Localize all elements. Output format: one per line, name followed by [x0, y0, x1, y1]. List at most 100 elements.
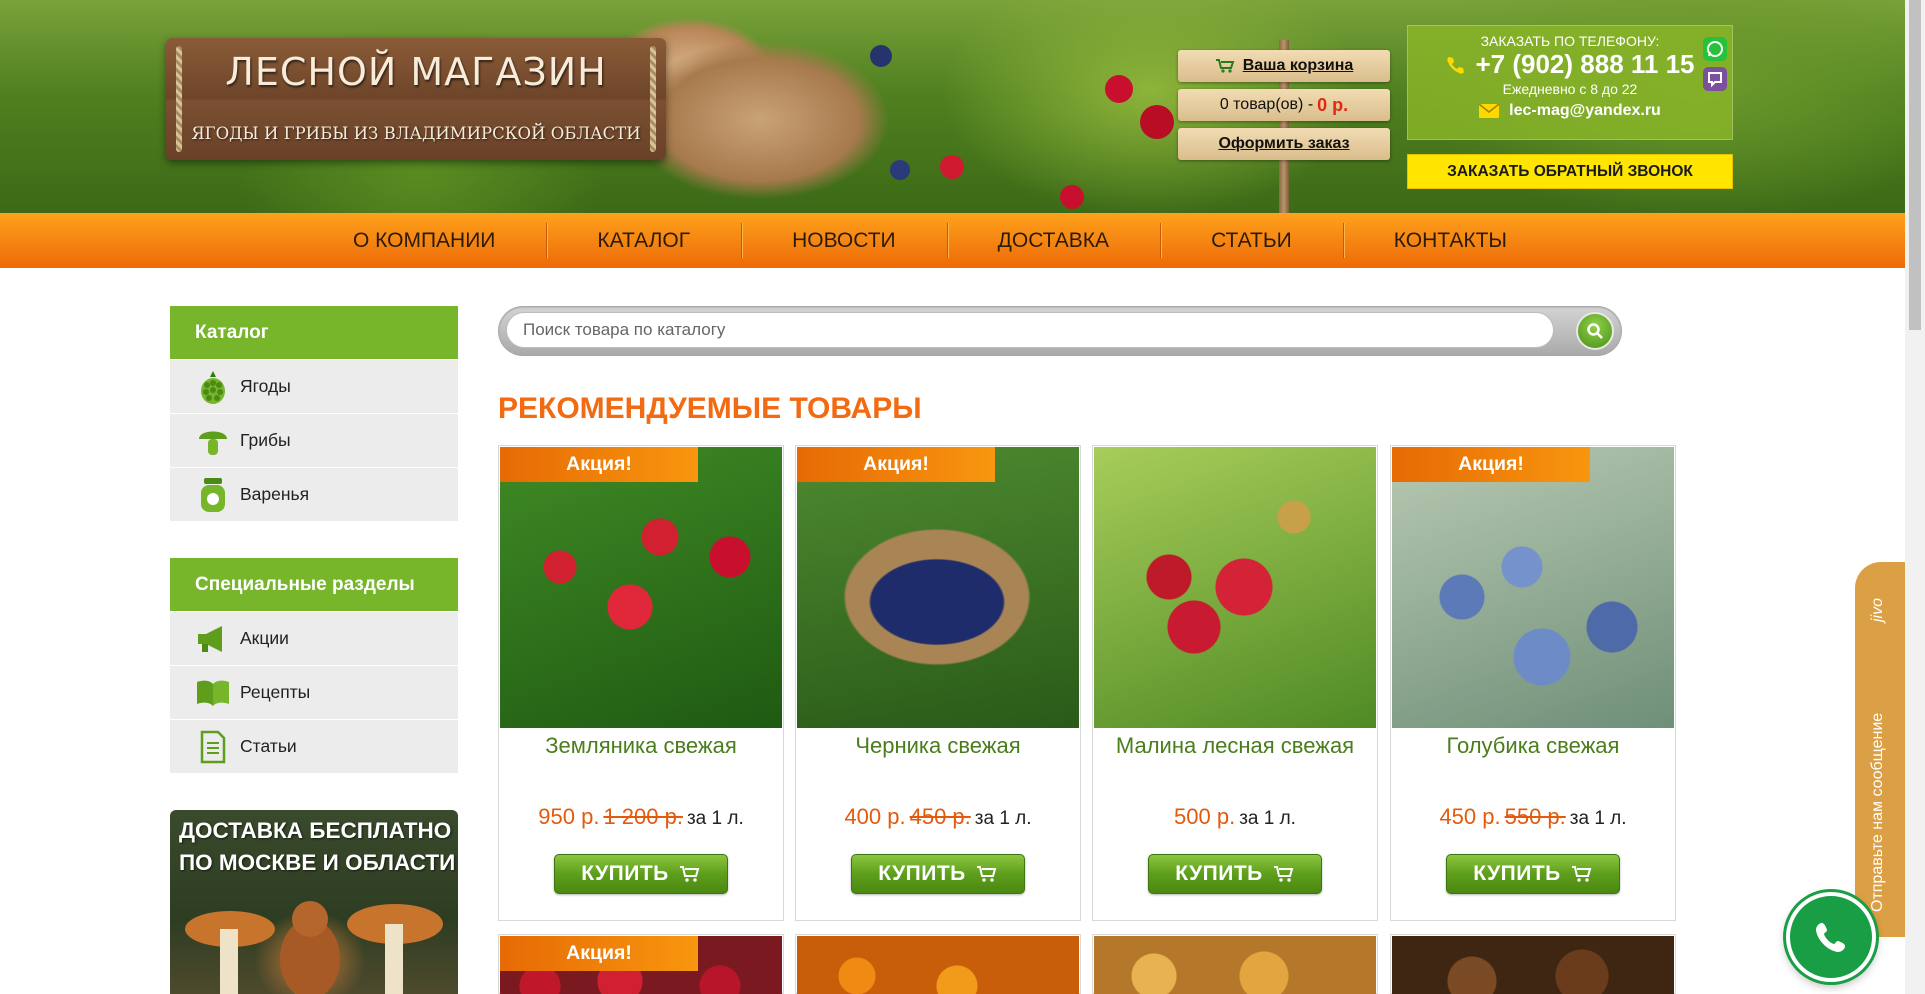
search-bar: [498, 306, 1622, 356]
product-image[interactable]: [1392, 936, 1674, 994]
buy-label: КУПИТЬ: [1175, 862, 1263, 885]
product-name[interactable]: Малина лесная свежая: [1093, 733, 1377, 759]
price-unit: за 1 л.: [686, 808, 744, 829]
product-card[interactable]: Акция!: [498, 934, 784, 994]
product-card[interactable]: [1390, 934, 1676, 994]
product-image[interactable]: [1392, 447, 1674, 728]
scrollbar-thumb[interactable]: [1909, 0, 1921, 330]
banner-line-1: ДОСТАВКА БЕСПЛАТНО: [179, 818, 452, 843]
buy-button[interactable]: КУПИТЬ: [1148, 854, 1322, 894]
product-image[interactable]: [797, 936, 1079, 994]
product-price: 400 р. 450 р. за 1 л.: [796, 804, 1080, 830]
nav-item-catalog[interactable]: КАТАЛОГ: [546, 213, 741, 268]
chat-tab[interactable]: jivo Отправьте нам сообщение: [1855, 562, 1905, 937]
sidebar-catalog: Каталог Ягоды Грибы Варенья: [170, 306, 458, 521]
sidebar-item-promotions[interactable]: Акции: [170, 611, 458, 665]
banner-line-2: ПО МОСКВЕ И ОБЛАСТИ: [179, 850, 456, 875]
buy-label: КУПИТЬ: [581, 862, 669, 885]
contact-box: ЗАКАЗАТЬ ПО ТЕЛЕФОНУ: +7 (902) 888 11 15…: [1407, 25, 1733, 140]
product-card[interactable]: Акция! Земляника свежая 950 р. 1 200 р. за…: [498, 445, 784, 921]
berry-decoration: [890, 160, 910, 180]
product-card[interactable]: Малина лесная свежая 500 р. за 1 л. КУПИТ…: [1092, 445, 1378, 921]
sidebar-item-label: Ягоды: [240, 376, 291, 396]
sidebar-item-recipes[interactable]: Рецепты: [170, 665, 458, 719]
nav-item-delivery[interactable]: ДОСТАВКА: [946, 213, 1160, 268]
product-name[interactable]: Черника свежая: [796, 733, 1080, 759]
site-logo[interactable]: ЛЕСНОЙ МАГАЗИН ЯГОДЫ И ГРИБЫ ИЗ ВЛАДИМИР…: [166, 38, 666, 160]
phone-label: ЗАКАЗАТЬ ПО ТЕЛЕФОНУ:: [1480, 33, 1660, 49]
old-price: 550 р.: [1504, 804, 1566, 829]
phone-icon: [1816, 922, 1846, 952]
megaphone-icon: [196, 620, 230, 658]
page-scrollbar[interactable]: [1905, 0, 1925, 994]
call-button[interactable]: [1786, 892, 1876, 982]
product-image[interactable]: [1094, 447, 1376, 728]
product-image[interactable]: [500, 447, 782, 728]
current-price: 400 р.: [844, 804, 906, 829]
promo-badge: Акция!: [797, 447, 995, 482]
buy-label: КУПИТЬ: [878, 862, 966, 885]
delivery-banner[interactable]: ДОСТАВКА БЕСПЛАТНО ПО МОСКВЕ И ОБЛАСТИ: [170, 810, 458, 994]
phone-icon: [1447, 56, 1465, 74]
berry-decoration: [1140, 105, 1174, 139]
old-price: 1 200 р.: [603, 804, 683, 829]
sidebar-item-label: Статьи: [240, 736, 297, 756]
sidebar-special-title: Специальные разделы: [170, 558, 458, 611]
current-price: 950 р.: [538, 804, 600, 829]
phone-number[interactable]: +7 (902) 888 11 15: [1475, 49, 1694, 80]
viber-icon[interactable]: [1703, 67, 1727, 91]
phone-row: +7 (902) 888 11 15: [1408, 49, 1732, 80]
cart-icon: [1215, 59, 1235, 73]
cart-summary: 0 товар(ов) - 0 р.: [1178, 89, 1390, 121]
callback-button[interactable]: ЗАКАЗАТЬ ОБРАТНЫЙ ЗВОНОК: [1407, 154, 1733, 189]
section-title: РЕКОМЕНДУЕМЫЕ ТОВАРЫ: [498, 392, 922, 425]
price-unit: за 1 л.: [1239, 808, 1296, 829]
logo-subtitle: ЯГОДЫ И ГРИБЫ ИЗ ВЛАДИМИРСКОЙ ОБЛАСТИ: [191, 124, 641, 143]
sidebar-item-mushrooms[interactable]: Грибы: [170, 413, 458, 467]
sidebar-item-berries[interactable]: Ягоды: [170, 359, 458, 413]
cart-icon: [1273, 866, 1294, 882]
cart-widget: Ваша корзина 0 товар(ов) - 0 р. Оформить…: [1178, 40, 1390, 213]
product-name[interactable]: Земляника свежая: [499, 733, 783, 759]
product-card[interactable]: Акция! Голубика свежая 450 р. 550 р. за 1 …: [1390, 445, 1676, 921]
nav-item-news[interactable]: НОВОСТИ: [741, 213, 947, 268]
old-price: 450 р.: [909, 804, 971, 829]
cart-sum: 0 р.: [1317, 94, 1349, 115]
promo-badge: Акция!: [1392, 447, 1590, 482]
buy-button[interactable]: КУПИТЬ: [554, 854, 728, 894]
sidebar-item-label: Грибы: [240, 430, 291, 450]
cart-link[interactable]: Ваша корзина: [1243, 57, 1354, 75]
product-image[interactable]: [1094, 936, 1376, 994]
product-card[interactable]: Акция! Черника свежая 400 р. 450 р. за 1 л…: [795, 445, 1081, 921]
sidebar-item-articles[interactable]: Статьи: [170, 719, 458, 773]
buy-button[interactable]: КУПИТЬ: [1446, 854, 1620, 894]
sidebar-item-label: Рецепты: [240, 682, 311, 702]
search-icon: [1587, 323, 1603, 339]
nav-item-company[interactable]: О КОМПАНИИ: [302, 213, 546, 268]
chat-tab-label: Отправьте нам сообщение: [1869, 712, 1886, 912]
promo-badge: Акция!: [500, 447, 698, 482]
product-image[interactable]: [797, 447, 1079, 728]
search-input[interactable]: [506, 312, 1554, 348]
product-name[interactable]: Голубика свежая: [1391, 733, 1675, 759]
product-card[interactable]: [795, 934, 1081, 994]
document-icon: [196, 728, 230, 766]
nav-item-contacts[interactable]: КОНТАКТЫ: [1342, 213, 1558, 268]
book-icon: [196, 674, 230, 712]
squirrel-mushroom-illustration: [185, 901, 443, 994]
nav-item-articles[interactable]: СТАТЬИ: [1160, 213, 1343, 268]
berry-decoration: [940, 155, 964, 179]
current-price: 450 р.: [1439, 804, 1501, 829]
checkout-link[interactable]: Оформить заказ: [1218, 135, 1349, 153]
buy-button[interactable]: КУПИТЬ: [851, 854, 1025, 894]
current-price: 500 р.: [1174, 804, 1236, 829]
email-address[interactable]: lec-mag@yandex.ru: [1509, 102, 1661, 120]
cart-plank: Ваша корзина: [1178, 50, 1390, 82]
product-card[interactable]: [1092, 934, 1378, 994]
promo-badge: Акция!: [500, 936, 698, 971]
product-price: 950 р. 1 200 р. за 1 л.: [499, 804, 783, 830]
mushroom-icon: [196, 422, 230, 460]
whatsapp-icon[interactable]: [1703, 37, 1727, 61]
search-button[interactable]: [1576, 312, 1614, 350]
sidebar-item-jams[interactable]: Варенья: [170, 467, 458, 521]
